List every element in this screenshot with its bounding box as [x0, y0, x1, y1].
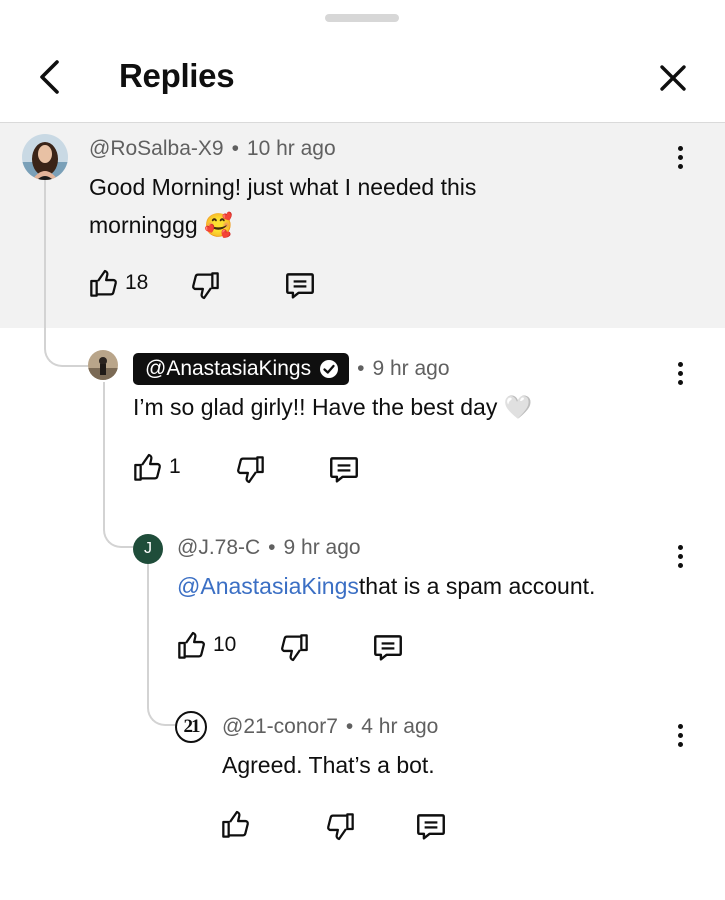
user-mention-link[interactable]: @AnastasiaKings: [177, 573, 359, 599]
meta-separator: •: [231, 137, 239, 160]
avatar[interactable]: J: [133, 534, 163, 564]
thumb-up-icon: [90, 269, 117, 297]
more-vertical-icon: [678, 362, 684, 385]
like-button[interactable]: 1: [132, 451, 181, 483]
meta-separator: •: [268, 536, 276, 559]
more-options-button[interactable]: [678, 724, 684, 751]
more-options-button[interactable]: [678, 146, 684, 173]
thumb-up-icon: [222, 810, 249, 838]
reply-comment-icon: [374, 635, 402, 661]
page-title: Replies: [119, 57, 235, 94]
chevron-left-icon: [40, 60, 59, 94]
thumb-up-icon: [178, 631, 205, 659]
comment-meta: @RoSalba-X9 • 10 hr ago: [89, 137, 336, 161]
comment-meta: @J.78-C • 9 hr ago: [177, 536, 361, 560]
author-badge[interactable]: @AnastasiaKings: [133, 353, 350, 385]
comment-time: 9 hr ago: [283, 536, 361, 559]
white-heart-emoji: 🤍: [503, 394, 533, 420]
comment-meta: @21-conor7 • 4 hr ago: [222, 715, 438, 739]
avatar[interactable]: [88, 350, 118, 380]
like-count: 18: [125, 271, 149, 294]
comment-time: 10 hr ago: [246, 137, 336, 160]
avatar[interactable]: 21: [175, 711, 207, 743]
comment-text-line: morninggg: [89, 212, 198, 238]
close-icon: [660, 65, 686, 91]
profile-photo-icon: [88, 350, 118, 380]
verified-check-icon: [320, 359, 339, 378]
like-button[interactable]: 18: [88, 267, 148, 299]
close-button[interactable]: [655, 60, 691, 96]
comment-text-line: that is a spam account.: [358, 573, 596, 599]
like-button[interactable]: [220, 808, 257, 840]
dislike-button[interactable]: [189, 270, 221, 302]
comment-text: Agreed. That’s a bot.: [222, 746, 435, 784]
avatar-letter: J: [144, 540, 152, 557]
thread-line: [103, 382, 135, 548]
dislike-button[interactable]: [234, 454, 266, 486]
thread-line: [147, 564, 177, 726]
drag-handle[interactable]: [325, 14, 399, 22]
comment-author[interactable]: @21-conor7: [222, 715, 338, 738]
reply-button[interactable]: [414, 809, 448, 843]
meta-separator: •: [345, 715, 354, 738]
comment-author[interactable]: @J.78-C: [177, 536, 260, 559]
comment-text-line: Good Morning! just what I needed this: [89, 174, 477, 200]
thumb-up-icon: [134, 453, 161, 481]
comment-author: @AnastasiaKings: [145, 356, 312, 380]
comment-text-line: Agreed. That’s a bot.: [222, 752, 435, 778]
like-count: 1: [169, 455, 181, 478]
more-options-button[interactable]: [678, 362, 684, 389]
comment-time: 4 hr ago: [361, 715, 439, 738]
reply-button[interactable]: [327, 452, 361, 486]
reply-button[interactable]: [371, 630, 405, 664]
more-vertical-icon: [678, 146, 684, 169]
more-options-button[interactable]: [678, 545, 684, 572]
comment-meta: @AnastasiaKings • 9 hr ago: [133, 353, 450, 385]
comment-text: Good Morning! just what I needed this mo…: [89, 168, 649, 244]
reply-comment-icon: [330, 457, 358, 483]
comment-text-line: I’m so glad girly!! Have the best day: [133, 394, 498, 420]
thumb-down-icon: [192, 272, 219, 300]
dislike-button[interactable]: [278, 632, 310, 664]
comment-author[interactable]: @RoSalba-X9: [89, 137, 224, 160]
reply-comment-icon: [417, 814, 445, 840]
smiling-hearts-emoji: 🥰: [204, 212, 233, 238]
avatar[interactable]: [22, 134, 68, 180]
meta-separator: •: [357, 357, 365, 380]
reply-button[interactable]: [283, 268, 317, 302]
more-vertical-icon: [678, 724, 684, 747]
like-button[interactable]: 10: [176, 629, 236, 661]
profile-photo-icon: [22, 134, 68, 180]
thumb-down-icon: [237, 456, 264, 484]
thread-line: [44, 180, 90, 367]
like-count: 10: [213, 633, 237, 656]
thumb-down-icon: [281, 634, 308, 662]
thumb-down-icon: [327, 813, 354, 841]
comment-text: @AnastasiaKingsthat is a spam account.: [177, 567, 595, 605]
reply-comment-icon: [286, 273, 314, 299]
comment-text: I’m so glad girly!! Have the best day 🤍: [133, 388, 532, 426]
back-button[interactable]: [33, 58, 67, 96]
avatar-letter: 21: [183, 716, 201, 737]
comment-time: 9 hr ago: [372, 357, 450, 380]
more-vertical-icon: [678, 545, 684, 568]
dislike-button[interactable]: [324, 811, 356, 843]
